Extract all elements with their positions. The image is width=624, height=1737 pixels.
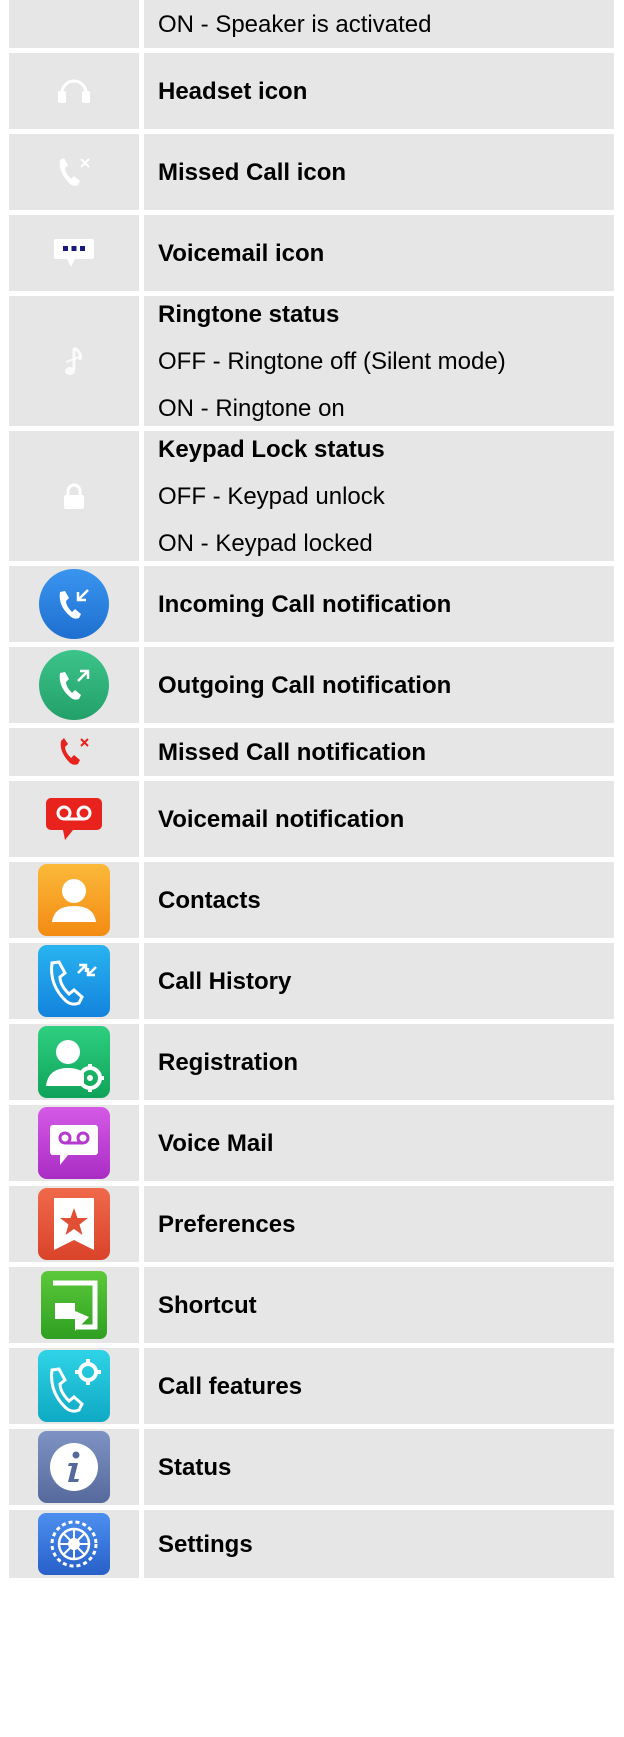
description-cell: ON - Speaker is activated [144,0,614,48]
icon-cell [9,53,139,129]
status-app-icon [38,1431,110,1503]
missed-call-red-icon [60,738,89,765]
icon-cell [9,215,139,291]
icon-cell [9,781,139,857]
row-text: OFF - Keypad unlock [158,482,385,510]
lock-icon [64,483,84,509]
table-row: Voicemail notification [9,781,614,857]
row-text: OFF - Ringtone off (Silent mode) [158,347,506,375]
description-cell: Settings [144,1510,614,1578]
icon-cell [9,134,139,210]
row-title: Outgoing Call notification [158,671,452,699]
call-features-app-icon [38,1350,110,1422]
icon-cell [9,862,139,938]
row-title: Call History [158,967,292,995]
description-cell: Missed Call notification [144,728,614,776]
description-cell: Ringtone status OFF - Ringtone off (Sile… [144,296,614,426]
ringtone-icon [65,346,83,375]
table-row: Call features [9,1348,614,1424]
description-cell: Status [144,1429,614,1505]
table-row: Outgoing Call notification [9,647,614,723]
icon-cell [9,1267,139,1343]
table-row: Call History [9,943,614,1019]
icon-cell [9,431,139,561]
description-cell: Voicemail icon [144,215,614,291]
table-row: Keypad Lock status OFF - Keypad unlock O… [9,431,614,561]
settings-app-icon [38,1513,110,1575]
description-cell: Missed Call icon [144,134,614,210]
row-title: Voicemail notification [158,805,405,833]
row-text: ON - Speaker is activated [158,10,432,38]
table-row: Status [9,1429,614,1505]
icon-legend-table: ON - Speaker is activated Headset icon M… [9,0,614,1583]
table-row: ON - Speaker is activated [9,0,614,48]
description-cell: Voicemail notification [144,781,614,857]
row-text: ON - Keypad locked [158,529,373,557]
icon-cell [9,566,139,642]
description-cell: Keypad Lock status OFF - Keypad unlock O… [144,431,614,561]
incoming-call-icon [39,569,109,639]
row-title: Contacts [158,886,261,914]
row-title: Shortcut [158,1291,257,1319]
preferences-app-icon [38,1188,110,1260]
description-cell: Registration [144,1024,614,1100]
icon-cell [9,0,139,48]
description-cell: Contacts [144,862,614,938]
table-row: Voice Mail [9,1105,614,1181]
icon-cell [9,943,139,1019]
table-row: Preferences [9,1186,614,1262]
icon-cell [9,296,139,426]
row-title: Missed Call notification [158,738,427,766]
icon-cell [9,1510,139,1578]
table-row: Headset icon [9,53,614,129]
missed-call-icon [59,158,90,186]
row-title: Registration [158,1048,299,1076]
table-row: Shortcut [9,1267,614,1343]
row-title: Settings [158,1530,253,1558]
row-title: Voice Mail [158,1129,274,1157]
call-history-app-icon [38,945,110,1017]
icon-cell [9,1105,139,1181]
row-title: Headset icon [158,77,308,105]
icon-cell [9,1186,139,1262]
row-title: Status [158,1453,232,1481]
table-row: Ringtone status OFF - Ringtone off (Sile… [9,296,614,426]
contacts-app-icon [38,864,110,936]
description-cell: Headset icon [144,53,614,129]
icon-cell [9,1348,139,1424]
table-row: Settings [9,1510,614,1578]
row-title: Incoming Call notification [158,590,452,618]
registration-app-icon [38,1026,110,1098]
icon-cell [9,728,139,776]
icon-cell [9,1429,139,1505]
row-title: Keypad Lock status [158,435,385,463]
icon-cell [9,647,139,723]
description-cell: Call features [144,1348,614,1424]
description-cell: Call History [144,943,614,1019]
outgoing-call-icon [39,650,109,720]
description-cell: Voice Mail [144,1105,614,1181]
table-row: Contacts [9,862,614,938]
voicemail-red-icon [46,798,102,840]
table-row: Voicemail icon [9,215,614,291]
description-cell: Outgoing Call notification [144,647,614,723]
row-title: Preferences [158,1210,296,1238]
row-text: ON - Ringtone on [158,394,345,422]
voice-mail-app-icon [38,1107,110,1179]
table-row: Registration [9,1024,614,1100]
shortcut-app-icon [41,1271,107,1339]
row-title: Voicemail icon [158,239,325,267]
table-row: Missed Call notification [9,728,614,776]
row-title: Missed Call icon [158,158,347,186]
table-row: Missed Call icon [9,134,614,210]
icon-cell [9,1024,139,1100]
description-cell: Incoming Call notification [144,566,614,642]
description-cell: Preferences [144,1186,614,1262]
headset-icon [58,79,90,103]
table-row: Incoming Call notification [9,566,614,642]
voicemail-icon [54,239,94,267]
row-title: Ringtone status [158,300,340,328]
description-cell: Shortcut [144,1267,614,1343]
row-title: Call features [158,1372,303,1400]
